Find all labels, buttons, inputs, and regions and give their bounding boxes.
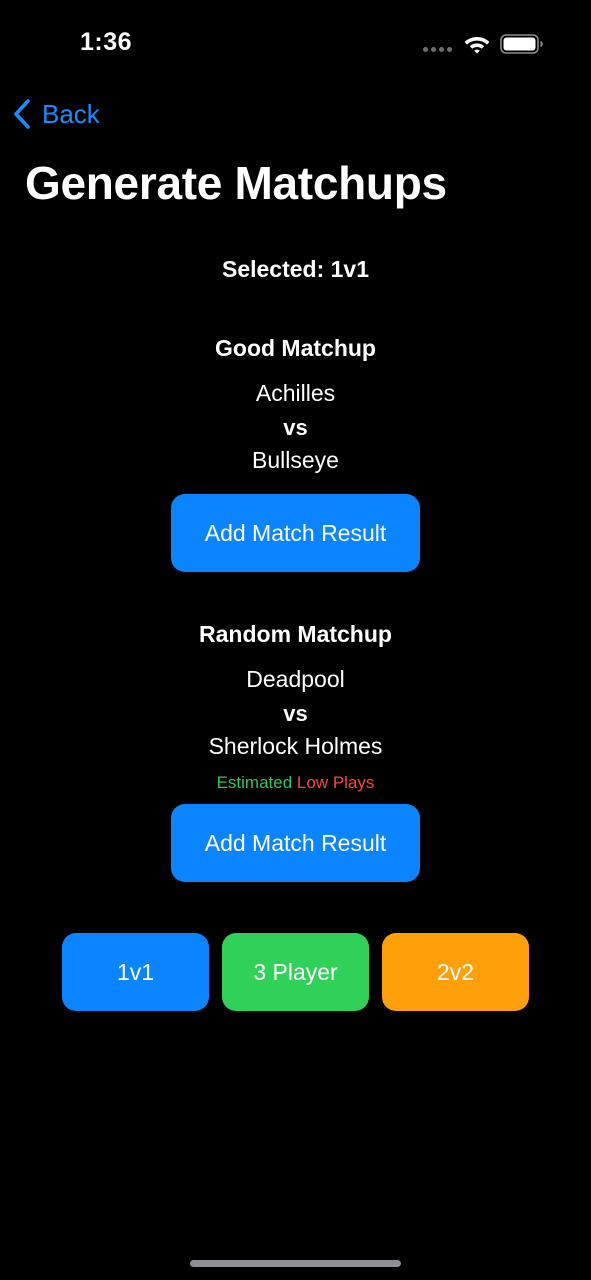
chevron-left-icon [14, 99, 30, 129]
screen: 1:36 Back Generate Matchups Selected: 1v… [0, 0, 591, 1280]
random-matchup-vs: vs [283, 701, 308, 726]
battery-icon [500, 34, 543, 54]
random-matchup-player-two: Sherlock Holmes [208, 733, 383, 759]
back-label: Back [42, 98, 100, 129]
good-matchup-add-result-button[interactable]: Add Match Result [171, 494, 420, 572]
play-estimate: Estimated Low Plays [0, 773, 591, 793]
good-matchup-heading: Good Matchup [215, 335, 376, 361]
random-matchup-heading: Random Matchup [199, 621, 392, 647]
back-button[interactable]: Back [12, 96, 100, 132]
home-indicator[interactable] [190, 1260, 401, 1267]
status-time: 1:36 [80, 28, 133, 56]
mode-button-2v2[interactable]: 2v2 [382, 933, 529, 1011]
mode-button-1v1[interactable]: 1v1 [62, 933, 209, 1011]
mode-button-3-player[interactable]: 3 Player [222, 933, 369, 1011]
estimate-prefix: Estimated [216, 773, 293, 792]
random-matchup-player-one: Deadpool [246, 666, 345, 692]
wifi-icon [464, 37, 490, 54]
good-matchup-vs: vs [283, 415, 308, 440]
selected-mode-label: Selected: 1v1 [221, 256, 370, 282]
signal-dots-icon [423, 47, 452, 52]
random-matchup-add-result-button[interactable]: Add Match Result [171, 804, 420, 882]
good-matchup-player-one: Achilles [255, 380, 336, 406]
page-title: Generate Matchups [25, 157, 447, 209]
good-matchup-player-two: Bullseye [252, 447, 339, 473]
estimate-value: Low Plays [296, 773, 375, 792]
